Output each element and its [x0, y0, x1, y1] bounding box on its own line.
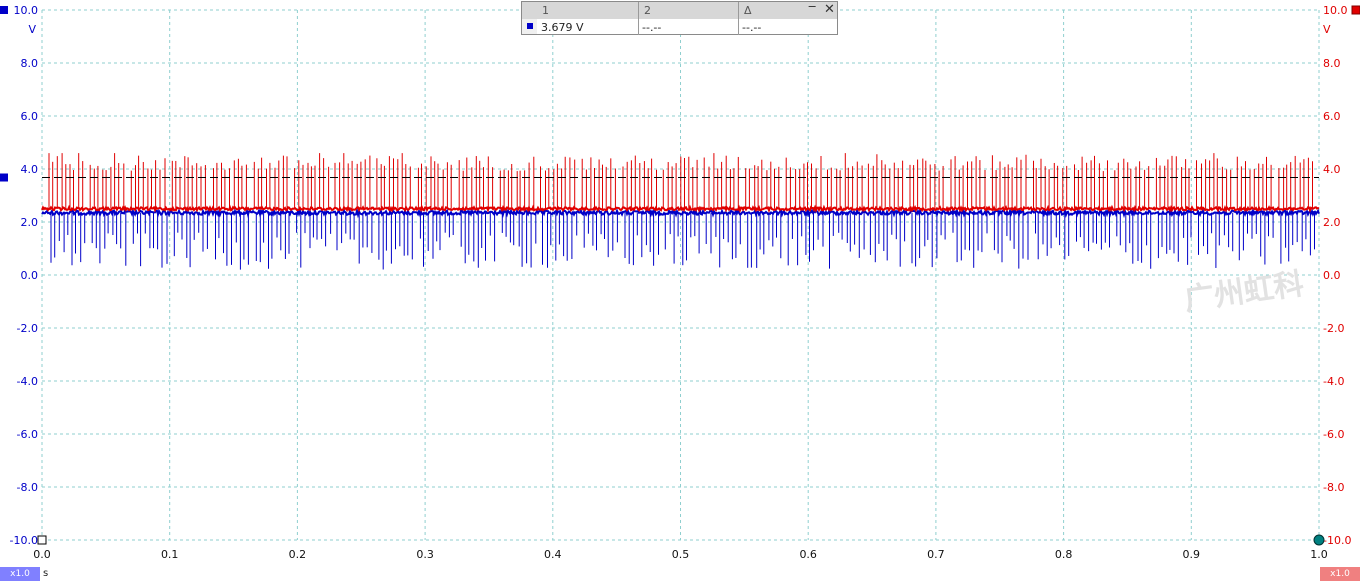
x-axis-tick-label: 1.0: [1310, 548, 1328, 561]
left-axis-tick-label: 10.0: [14, 4, 39, 17]
left-axis-tick-label: 0.0: [21, 269, 39, 282]
channel1-range-handle[interactable]: [0, 6, 8, 14]
left-axis-tick-label: 4.0: [21, 163, 39, 176]
trigger-marker-icon[interactable]: [1313, 534, 1325, 546]
right-axis-tick-label: 0.0: [1323, 269, 1341, 282]
channel1-offset-handle[interactable]: [0, 173, 8, 182]
chart-canvas: 10.08.06.04.02.00.0-2.0-4.0-6.0-8.0-10.0…: [0, 4, 1360, 561]
time-unit-label: s: [43, 568, 49, 579]
x-axis-tick-label: 0.0: [33, 548, 51, 561]
left-axis-unit: V: [28, 23, 36, 36]
right-axis-tick-label: -10.0: [1323, 534, 1351, 547]
x-axis-tick-label: 0.9: [1183, 548, 1201, 561]
x-axis-tick-label: 0.5: [672, 548, 690, 561]
right-axis-tick-label: 2.0: [1323, 216, 1341, 229]
readout-value-delta: --.--: [742, 21, 762, 34]
left-axis-tick-label: -10.0: [10, 534, 38, 547]
readout-divider: [738, 2, 739, 35]
scope-chart: 10.0 8.0 6.0 4.0 2.0 0.0 -2.0 -4.0 -6.0 -8.0 -10.0…: [0, 0, 1360, 581]
left-scale-badge[interactable]: x1.0: [0, 567, 40, 581]
grid: [41, 9, 1320, 541]
right-axis-tick-label: 6.0: [1323, 110, 1341, 123]
readout-col-delta: Δ: [744, 4, 752, 17]
channel1-swatch: [527, 23, 533, 29]
readout-col-1: 1: [542, 4, 549, 17]
right-axis-tick-label: 8.0: [1323, 57, 1341, 70]
right-axis-unit: V: [1323, 23, 1331, 36]
right-axis-tick-label: 4.0: [1323, 163, 1341, 176]
close-icon[interactable]: ✕: [824, 2, 835, 17]
x-axis-tick-label: 0.6: [799, 548, 817, 561]
right-axis-tick-label: -2.0: [1323, 322, 1344, 335]
cursor-readout-panel[interactable]: 1 2 Δ 3.679 V --.-- --.-- ‒ ✕: [521, 0, 838, 35]
readout-divider: [638, 2, 639, 35]
right-axis-tick-label: 10.0: [1323, 4, 1348, 17]
x-axis-tick-label: 0.1: [161, 548, 179, 561]
left-axis-tick-label: 2.0: [21, 216, 39, 229]
right-axis-tick-label: -6.0: [1323, 428, 1344, 441]
left-axis-tick-label: 6.0: [21, 110, 39, 123]
left-axis-tick-label: -8.0: [17, 481, 38, 494]
x-axis-tick-label: 0.2: [289, 548, 307, 561]
channel1-baseline: [41, 206, 1320, 219]
minimize-icon[interactable]: ‒: [808, 0, 816, 14]
ruler-handle-left[interactable]: [37, 535, 47, 545]
x-axis-tick-label: 0.3: [416, 548, 434, 561]
x-axis-tick-label: 0.7: [927, 548, 945, 561]
readout-header: [522, 2, 837, 19]
readout-value-2: --.--: [642, 21, 662, 34]
left-axis-tick-label: -4.0: [17, 375, 38, 388]
right-axis-tick-label: -4.0: [1323, 375, 1344, 388]
channel2-range-handle[interactable]: [1351, 5, 1360, 15]
x-axis-tick-label: 0.4: [544, 548, 562, 561]
readout-value-1: 3.679 V: [541, 21, 584, 34]
watermark: 广州虹科: [1182, 267, 1306, 318]
left-axis-tick-label: 8.0: [21, 57, 39, 70]
left-axis-tick-label: -2.0: [17, 322, 38, 335]
right-axis-tick-label: -8.0: [1323, 481, 1344, 494]
right-scale-badge[interactable]: x1.0: [1320, 567, 1360, 581]
readout-col-2: 2: [644, 4, 651, 17]
x-axis-tick-label: 0.8: [1055, 548, 1073, 561]
left-axis-tick-label: -6.0: [17, 428, 38, 441]
